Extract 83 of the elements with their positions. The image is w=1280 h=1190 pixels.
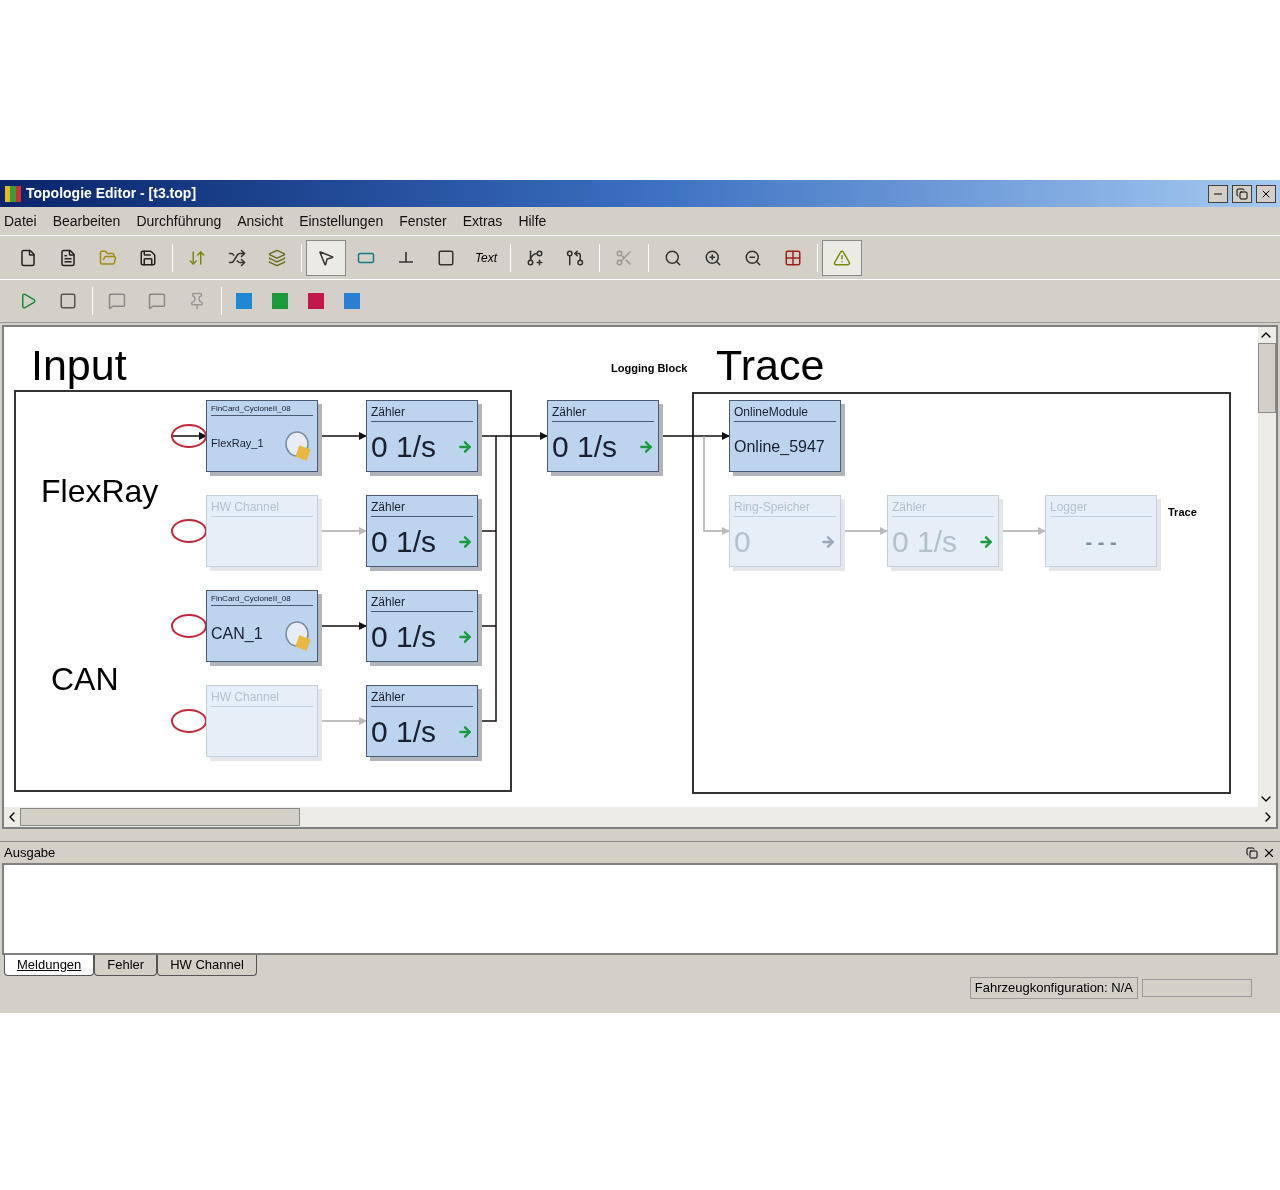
- caption-label: Logging Block: [611, 361, 688, 376]
- restore-icon[interactable]: [1246, 846, 1258, 859]
- shuffle-icon: [228, 248, 246, 267]
- menu-item[interactable]: Extras: [462, 210, 503, 232]
- block-value: CAN_1: [211, 623, 263, 644]
- menu-item[interactable]: Einstellungen: [299, 210, 384, 232]
- menu-item[interactable]: Fenster: [399, 210, 447, 232]
- window-title: Topologie Editor - [t3.top]: [26, 184, 198, 203]
- scroll-thumb[interactable]: [20, 808, 300, 826]
- connector-line: [170, 432, 207, 440]
- block-value: 0 1/s: [552, 431, 618, 462]
- input-port[interactable]: [171, 424, 207, 448]
- menu-item[interactable]: Datei: [4, 210, 37, 232]
- block-title: OnlineModule: [734, 403, 836, 422]
- arrow-icon: [457, 723, 473, 740]
- block-value: 0 1/s: [371, 621, 437, 652]
- menu-item[interactable]: Bearbeiten: [52, 210, 121, 232]
- vertical-scrollbar[interactable]: [1258, 327, 1276, 807]
- block-title: Zähler: [371, 688, 473, 707]
- block-title: Zähler: [552, 403, 654, 422]
- save-icon: [139, 248, 157, 267]
- zoom-in-icon: [704, 248, 722, 267]
- window-control-button[interactable]: [1208, 184, 1228, 203]
- group-label: CAN: [51, 660, 119, 699]
- input-port[interactable]: [171, 519, 207, 543]
- block-title: Zähler: [371, 593, 473, 612]
- layers-icon: [268, 248, 286, 267]
- new-file-icon: [19, 248, 37, 267]
- group-label: FlexRay: [41, 472, 159, 511]
- remove-icon: [566, 248, 584, 267]
- block-title: FlnCard_CycloneII_08: [211, 403, 313, 416]
- window-control-button[interactable]: [1256, 184, 1276, 203]
- maximize-icon: [1236, 187, 1248, 200]
- block-value: FlexRay_1: [211, 436, 264, 452]
- block-value: Online_5947: [734, 436, 825, 457]
- horizontal-scrollbar[interactable]: [4, 807, 1276, 827]
- caption-label: Trace: [1168, 505, 1197, 520]
- frame-icon: [437, 248, 455, 267]
- section-heading: Trace: [716, 340, 825, 391]
- block-value: - - -: [1085, 529, 1117, 555]
- output-tab[interactable]: Fehler: [94, 955, 158, 976]
- block-value: 0 1/s: [371, 431, 437, 462]
- section-heading: Input: [31, 340, 127, 391]
- block-title: FlnCard_CycloneII_08: [211, 593, 313, 606]
- comment-icon: [148, 292, 166, 310]
- arrow-icon: [457, 438, 473, 455]
- arrow-icon: [820, 533, 836, 550]
- app-icon: [4, 184, 22, 203]
- search-icon: [664, 248, 682, 267]
- output-tab[interactable]: Meldungen: [4, 955, 95, 976]
- panel-title: Ausgabe: [4, 843, 57, 862]
- pointer-icon: [317, 248, 335, 267]
- menu-item[interactable]: Ansicht: [237, 210, 284, 232]
- connector-icon: [398, 249, 414, 266]
- arrow-icon: [457, 628, 473, 645]
- grid-icon: [784, 248, 802, 267]
- output-tab[interactable]: HW Channel: [157, 955, 257, 976]
- zoom-out-icon: [744, 248, 762, 267]
- scroll-thumb[interactable]: [1258, 343, 1276, 413]
- stop-icon: [59, 292, 77, 310]
- input-port[interactable]: [171, 709, 207, 733]
- comment-icon: [108, 292, 126, 310]
- menu-item[interactable]: Hilfe: [518, 210, 547, 232]
- warning-icon: [833, 248, 851, 267]
- pin-icon: [188, 292, 206, 310]
- arrows-icon: [188, 248, 206, 267]
- insert-icon: [526, 248, 544, 267]
- toolbar-button[interactable]: [306, 239, 346, 276]
- play-icon: [19, 292, 37, 310]
- cut-icon: [615, 248, 633, 267]
- menu-item[interactable]: Durchführung: [136, 210, 222, 232]
- block-value: 0 1/s: [371, 526, 437, 557]
- arrow-icon: [978, 533, 994, 550]
- block-title: Zähler: [371, 403, 473, 422]
- arrow-icon: [457, 533, 473, 550]
- block-title: Zähler: [371, 498, 473, 517]
- block-value: 0 1/s: [371, 716, 437, 747]
- text-tool-button[interactable]: Text: [466, 239, 506, 276]
- status-text: Fahrzeugkonfiguration: N/A: [969, 977, 1138, 999]
- open-folder-icon: [99, 248, 117, 267]
- input-port[interactable]: [171, 614, 207, 638]
- document-icon: [59, 248, 77, 267]
- window-control-button[interactable]: [1232, 184, 1252, 203]
